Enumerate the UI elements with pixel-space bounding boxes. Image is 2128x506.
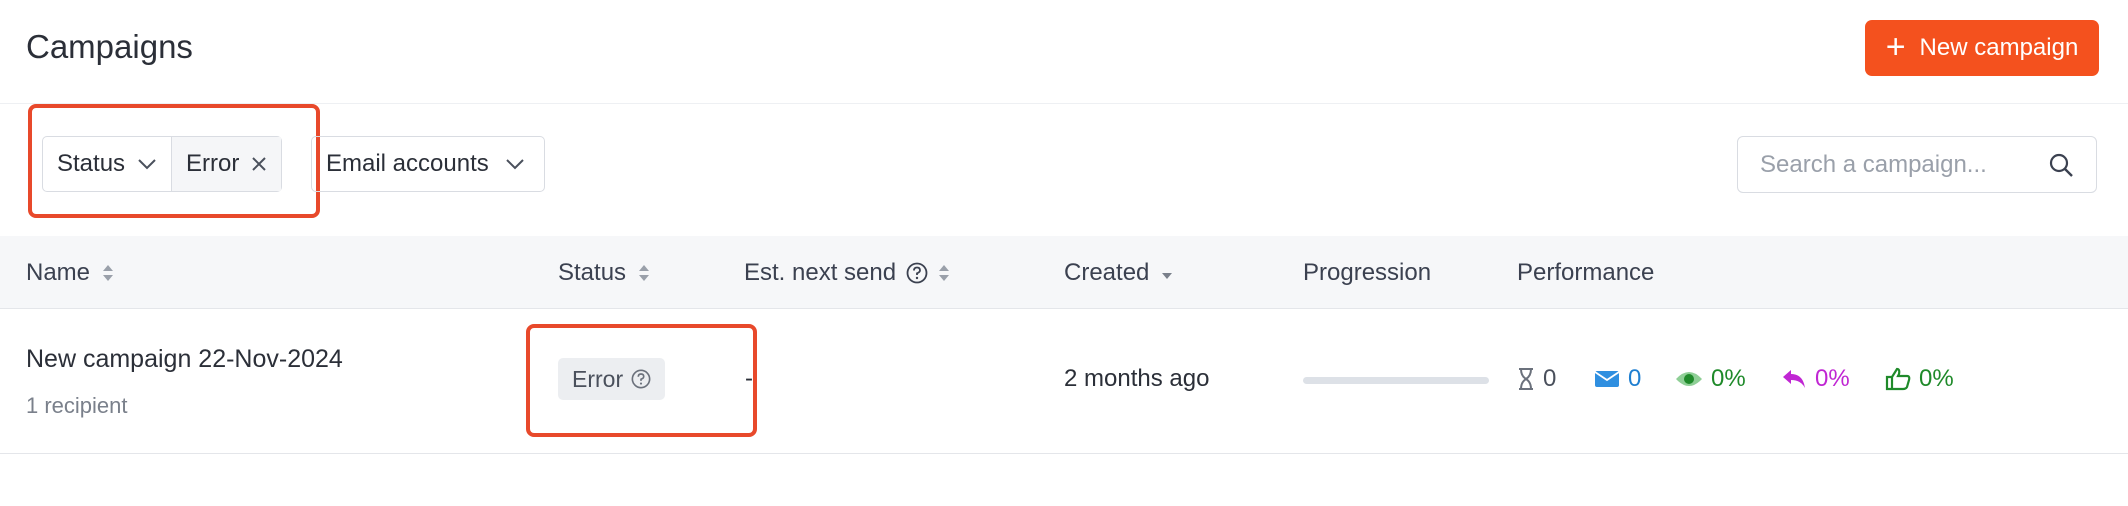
plus-icon: + xyxy=(1885,27,1906,66)
table-header: Name Status Est. next send Created Progr… xyxy=(0,236,2128,309)
perf-replied: 0% xyxy=(1781,365,1850,393)
status-filter-dropdown[interactable]: Status xyxy=(43,137,171,191)
hourglass-icon xyxy=(1519,368,1533,390)
column-name-label: Name xyxy=(26,258,91,286)
perf-sent: 0 xyxy=(1594,365,1641,393)
column-est-next-send[interactable]: Est. next send xyxy=(744,236,950,309)
perf-pending: 0 xyxy=(1517,365,1556,393)
column-status-label: Status xyxy=(558,258,627,286)
table-row[interactable]: New campaign 22-Nov-2024 1 recipient Err… xyxy=(0,309,2128,454)
mail-icon xyxy=(1594,371,1620,387)
column-status[interactable]: Status xyxy=(558,236,650,309)
email-accounts-filter[interactable]: Email accounts xyxy=(311,136,545,192)
column-progression-label: Progression xyxy=(1303,258,1432,286)
status-filter-value[interactable]: Error xyxy=(171,137,282,191)
status-filter-label: Status xyxy=(57,150,126,177)
search-placeholder: Search a campaign... xyxy=(1760,150,1987,178)
column-progression: Progression xyxy=(1303,236,1431,309)
column-est-next-send-label: Est. next send xyxy=(744,258,897,286)
column-created[interactable]: Created xyxy=(1064,236,1173,309)
email-accounts-label: Email accounts xyxy=(326,150,489,177)
perf-interested-value: 0% xyxy=(1919,365,1954,392)
perf-sent-value: 0 xyxy=(1628,365,1642,392)
perf-opened-value: 0% xyxy=(1711,365,1746,392)
help-icon[interactable] xyxy=(906,262,928,284)
column-performance: Performance xyxy=(1517,236,1654,309)
sort-desc-icon xyxy=(1162,272,1173,279)
perf-replied-value: 0% xyxy=(1815,365,1850,392)
campaign-recipients: 1 recipient xyxy=(26,393,128,418)
chevron-down-icon xyxy=(138,159,156,170)
chevron-down-icon xyxy=(506,159,524,170)
status-filter: Status Error xyxy=(42,136,283,192)
perf-opened: 0% xyxy=(1675,365,1746,393)
column-created-label: Created xyxy=(1064,258,1150,286)
perf-pending-value: 0 xyxy=(1543,365,1557,392)
search-icon[interactable] xyxy=(2048,152,2074,178)
thumbs-up-icon xyxy=(1885,367,1911,391)
created-value: 2 months ago xyxy=(1064,365,1210,392)
eye-icon xyxy=(1676,372,1702,386)
est-next-send-value: - xyxy=(745,365,753,392)
page-title: Campaigns xyxy=(26,28,193,65)
sort-icon xyxy=(103,264,114,281)
campaign-name[interactable]: New campaign 22-Nov-2024 xyxy=(26,345,343,374)
sort-icon xyxy=(639,264,650,281)
page-header: Campaigns + New campaign xyxy=(0,0,2128,104)
close-icon[interactable] xyxy=(251,156,267,172)
reply-icon xyxy=(1783,370,1805,388)
perf-interested: 0% xyxy=(1885,365,1954,393)
new-campaign-button[interactable]: + New campaign xyxy=(1865,20,2099,76)
help-icon[interactable] xyxy=(631,369,651,389)
column-performance-label: Performance xyxy=(1517,258,1655,286)
progress-bar xyxy=(1303,377,1489,384)
status-filter-value-label: Error xyxy=(186,150,240,177)
status-badge-label: Error xyxy=(572,365,624,392)
column-name[interactable]: Name xyxy=(26,236,114,309)
search-input[interactable]: Search a campaign... xyxy=(1737,136,2097,193)
status-badge: Error xyxy=(558,358,666,400)
new-campaign-label: New campaign xyxy=(1919,34,2079,61)
sort-icon xyxy=(939,264,950,281)
